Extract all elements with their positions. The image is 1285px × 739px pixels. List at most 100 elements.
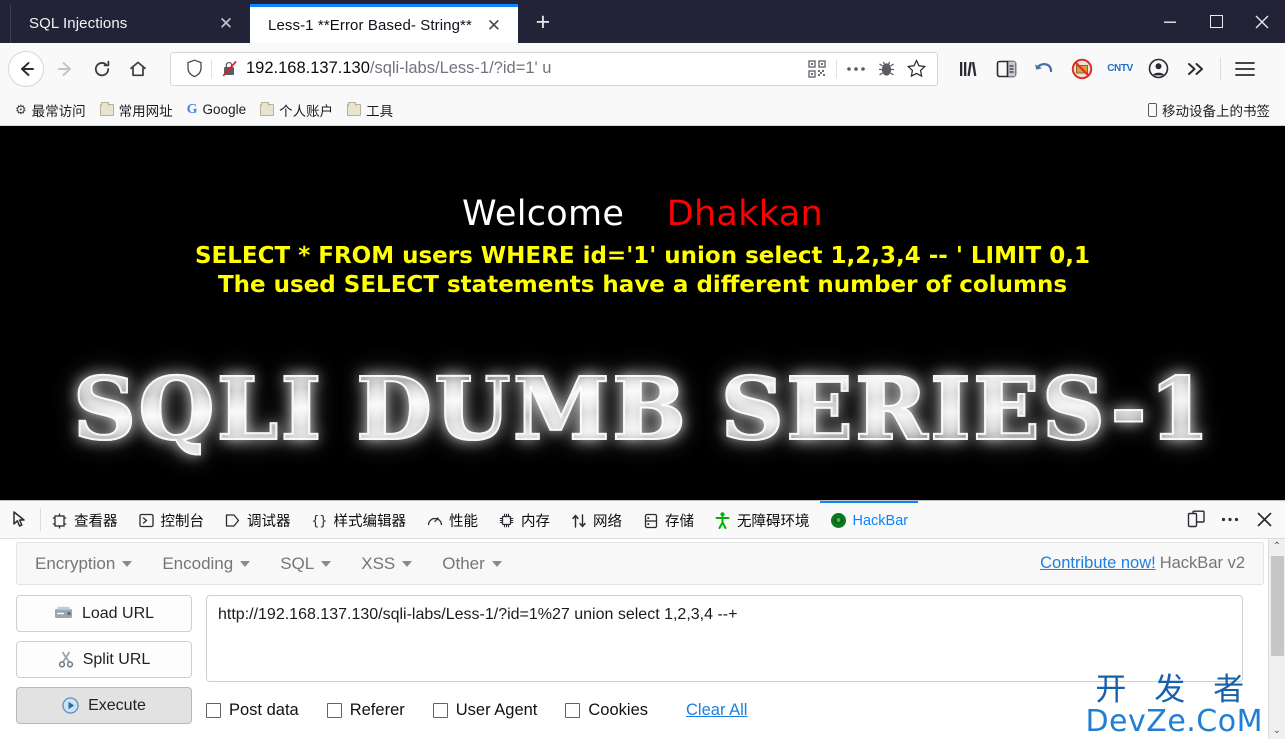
bookmark-google[interactable]: G Google <box>180 100 253 120</box>
account-icon[interactable] <box>1139 50 1177 88</box>
hackbar-icon <box>830 512 847 529</box>
hackbar-options-row: Post data Referer User Agent Cookies Cle… <box>206 701 1243 720</box>
undo-arrow-icon[interactable] <box>1025 50 1063 88</box>
devtools-tab-accessibility[interactable]: 无障碍环境 <box>704 501 820 538</box>
bookmark-label: 移动设备上的书签 <box>1162 103 1270 119</box>
close-window-button[interactable] <box>1239 0 1285 43</box>
maximize-button[interactable] <box>1193 0 1239 43</box>
sidebar-icon[interactable] <box>987 50 1025 88</box>
library-icon[interactable] <box>949 50 987 88</box>
hackbar-menu-encryption[interactable]: Encryption <box>35 554 133 574</box>
devtools-tab-label: 内存 <box>521 514 550 530</box>
bookmark-tools[interactable]: 工具 <box>340 98 400 122</box>
button-label: Execute <box>88 696 146 714</box>
load-url-icon <box>54 606 73 621</box>
tab-label: Less-1 **Error Based- String** <box>268 16 472 34</box>
devtools-tab-network[interactable]: 网络 <box>560 501 632 538</box>
checkbox-box[interactable] <box>206 703 221 718</box>
devtools-tab-debugger[interactable]: 调试器 <box>214 501 301 538</box>
shield-icon[interactable] <box>181 59 207 78</box>
gear-icon: ⚙ <box>15 101 27 117</box>
double-chevron-icon[interactable] <box>1177 50 1215 88</box>
reload-button[interactable] <box>84 51 120 87</box>
scroll-down-icon[interactable]: ⌄ <box>1273 723 1281 739</box>
execute-button[interactable]: Execute <box>16 687 192 724</box>
devtools-tab-hackbar[interactable]: HackBar <box>819 501 919 538</box>
checkbox-box[interactable] <box>326 703 342 718</box>
devtools-tab-storage[interactable]: 存储 <box>632 501 704 538</box>
chevron-down-icon <box>402 560 413 567</box>
bookmark-mobile-bookmarks[interactable]: 移动设备上的书签 <box>1141 98 1277 122</box>
url-textarea[interactable] <box>206 595 1243 682</box>
devtools-tab-label: HackBar <box>852 512 909 529</box>
hackbar-menu-xss[interactable]: XSS <box>361 554 413 574</box>
google-icon: G <box>186 101 198 117</box>
hamburger-menu-icon[interactable] <box>1226 50 1264 88</box>
devtools-tab-memory[interactable]: 内存 <box>488 501 560 538</box>
hackbar-menu-sql[interactable]: SQL <box>280 553 332 574</box>
scrollbar-thumb[interactable] <box>1270 556 1284 656</box>
ellipsis-icon[interactable] <box>841 54 871 84</box>
close-icon[interactable]: ✕ <box>212 10 240 38</box>
cookies-checkbox[interactable]: Cookies <box>565 701 648 720</box>
back-button[interactable] <box>8 50 44 87</box>
bookmark-label: 工具 <box>366 103 394 119</box>
folder-icon <box>347 101 362 116</box>
responsive-design-mode-icon[interactable] <box>1179 503 1213 537</box>
welcome-text: Welcome <box>462 194 625 234</box>
home-button[interactable] <box>120 51 156 87</box>
broken-lock-icon[interactable] <box>216 59 242 78</box>
chevron-down-icon <box>321 560 332 567</box>
browser-tab-less-1[interactable]: Less-1 **Error Based- String** ✕ <box>250 4 518 43</box>
checkbox-label: Post data <box>229 701 299 719</box>
tab-label: SQL Injections <box>29 15 128 32</box>
devtools-tab-list: 查看器 控制台 调试器 {} 样式编辑器 性能 内存 网络 存储 无障碍环境 H… <box>41 501 1179 538</box>
post-data-checkbox[interactable]: Post data <box>206 701 299 720</box>
split-url-button[interactable]: Split URL <box>16 641 192 678</box>
cntv-icon[interactable]: CNTV <box>1101 50 1139 88</box>
web-page-content: Welcome Dhakkan SELECT * FROM users WHER… <box>0 126 1285 500</box>
hackbar-menu-other[interactable]: Other <box>442 554 502 574</box>
svg-text:{}: {} <box>311 514 327 528</box>
minimize-button[interactable] <box>1147 0 1193 43</box>
new-tab-button[interactable]: + <box>524 3 562 41</box>
devtools-more-icon[interactable] <box>1213 503 1247 537</box>
browser-window: SQL Injections ✕ Less-1 **Error Based- S… <box>0 0 1285 739</box>
scroll-up-icon[interactable]: ⌃ <box>1273 539 1281 555</box>
devtools-tab-performance[interactable]: 性能 <box>416 501 488 538</box>
checkbox-box[interactable] <box>565 703 581 718</box>
devtools-toolbar-actions <box>1179 501 1285 538</box>
element-picker-icon[interactable] <box>0 501 40 538</box>
bookmark-most-visited[interactable]: ⚙ 最常访问 <box>8 98 93 122</box>
checkbox-box[interactable] <box>432 703 448 718</box>
forward-button[interactable] <box>48 51 84 87</box>
split-url-icon <box>58 651 74 668</box>
qr-code-icon[interactable] <box>802 54 832 84</box>
performance-icon <box>426 512 443 529</box>
devtools-tab-style-editor[interactable]: {} 样式编辑器 <box>301 501 417 538</box>
referer-checkbox[interactable]: Referer <box>326 701 405 720</box>
devtools-tab-console[interactable]: 控制台 <box>128 501 215 538</box>
star-icon[interactable] <box>901 54 931 84</box>
clear-all-link[interactable]: Clear All <box>686 701 747 720</box>
url-text[interactable]: 192.168.137.130/sqli-labs/Less-1/?id=1' … <box>242 60 802 77</box>
user-agent-checkbox[interactable]: User Agent <box>432 701 538 720</box>
chevron-down-icon <box>491 560 502 567</box>
noscript-blocked-icon[interactable] <box>1063 50 1101 88</box>
devtools-tab-label: 查看器 <box>74 514 118 530</box>
bug-icon[interactable] <box>871 54 901 84</box>
close-icon[interactable]: ✕ <box>480 11 508 39</box>
browser-tab-sql-injections[interactable]: SQL Injections ✕ <box>10 4 250 43</box>
bookmark-common-sites[interactable]: 常用网址 <box>93 98 180 122</box>
hackbar-button-column: Load URL Split URL Execute <box>16 595 192 724</box>
menu-label: SQL <box>280 553 315 573</box>
checkbox-label: User Agent <box>455 701 538 719</box>
bookmark-personal-accounts[interactable]: 个人账户 <box>253 98 340 122</box>
hackbar-menu-encoding[interactable]: Encoding <box>162 554 251 574</box>
devtools-close-icon[interactable] <box>1247 503 1281 537</box>
devtools-tab-inspector[interactable]: 查看器 <box>41 501 128 538</box>
hackbar-scrollbar[interactable]: ⌃ ⌄ <box>1268 539 1285 739</box>
url-bar[interactable]: 192.168.137.130/sqli-labs/Less-1/?id=1' … <box>170 51 938 86</box>
contribute-link[interactable]: Contribute now! <box>1040 554 1156 573</box>
load-url-button[interactable]: Load URL <box>16 595 192 632</box>
